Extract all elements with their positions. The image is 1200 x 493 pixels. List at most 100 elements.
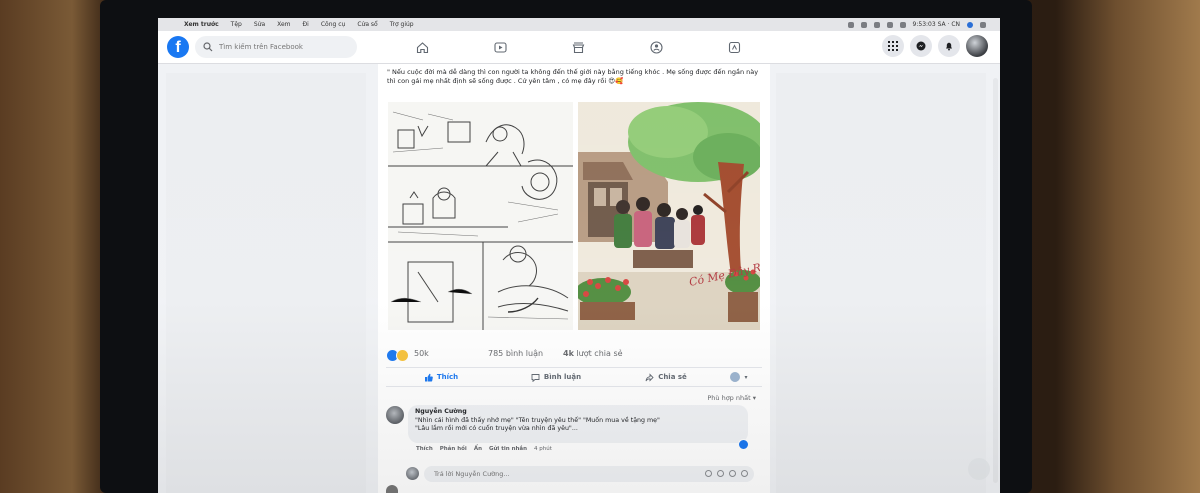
chevron-down-icon: ▾ [752,394,756,402]
like-label: Thích [436,373,459,381]
clock[interactable]: 9:53:03 SA · CN [913,21,960,28]
camera-icon[interactable] [717,470,724,477]
gaming-icon [728,41,740,53]
comment-line: "Lâu lắm rồi mới có cuốn truyện vừa nhìn… [415,425,578,432]
menu-edit[interactable]: Sửa [254,21,265,28]
bell-icon [946,42,952,51]
menu-help[interactable]: Trợ giúp [390,21,414,28]
commenter-avatar[interactable] [386,406,404,424]
share-icon [645,372,654,382]
painting-illustration[interactable]: Có Mẹ Đây Rồi !!! [578,102,760,330]
comment-send-message-link[interactable]: Gửi tin nhắn [489,446,527,452]
comment-actions: Thích Phản hồi Ẩn Gửi tin nhắn 4 phút [416,446,552,452]
marketplace-icon [572,41,584,53]
gif-icon[interactable] [729,470,736,477]
messenger-button[interactable] [910,35,932,57]
sticker-icon[interactable] [741,470,748,477]
nav-watch[interactable] [461,31,539,63]
search-icon [203,42,213,52]
reply-composer [406,466,762,482]
nav-marketplace[interactable] [539,31,617,63]
current-user-avatar [406,467,419,480]
comment-like-link[interactable]: Thích [416,446,433,452]
new-message-button[interactable] [968,458,990,480]
comment-line: "Nhìn cái hình đã thấy nhớ mẹ" "Tên truy… [415,416,660,424]
share-button[interactable]: Chia sẻ [616,368,716,386]
status-bar-right: 9:53:03 SA · CN [847,18,986,31]
reply-input[interactable] [432,469,686,479]
chevron-down-icon: ▾ [744,373,748,381]
comments-count[interactable]: 785 bình luận [488,349,543,358]
comment-reaction-icon[interactable] [738,439,749,450]
share-label: Chia sẻ [658,373,687,381]
siri-icon[interactable] [967,21,973,28]
sort-label: Phù hợp nhất [707,394,751,402]
groups-icon [649,40,663,54]
reply-box[interactable] [424,466,754,482]
menu-tools[interactable]: Công cụ [321,21,345,28]
menu-grid-icon [888,41,898,51]
header-actions [882,35,988,57]
comment-reply-link[interactable]: Phản hồi [440,446,467,452]
wifi-icon[interactable] [886,21,893,28]
comment-hide-link[interactable]: Ẩn [474,446,482,452]
post-images[interactable]: Có Mẹ Đây Rồi !!! [388,102,760,330]
search-input[interactable] [217,42,351,52]
left-sidebar-area [166,73,366,493]
shares-label: lượt chia sẻ [573,349,623,358]
nav-home[interactable] [383,31,461,63]
menu-go[interactable]: Đi [303,21,309,28]
post-text: " Nếu cuộc đời mà dễ dàng thì con người … [387,68,759,85]
comment: Nguyễn Cường "Nhìn cái hình đã thấy nhớ … [386,405,762,463]
menu-file[interactable]: Tệp [231,21,242,28]
sketch-illustration[interactable] [388,102,573,330]
comment-timestamp[interactable]: 4 phút [534,446,552,452]
comment-sort[interactable]: Phù hợp nhất ▾ [707,394,756,402]
comment-button[interactable]: Bình luận [496,368,616,386]
post-stats: 50k 785 bình luận 4k lượt chia sẻ [386,348,762,362]
laptop-screen: Xem trước Tệp Sửa Xem Đi Công cụ Cửa sổ … [158,18,1000,493]
right-sidebar-area [776,73,986,493]
menu-view[interactable]: Xem [277,21,290,28]
reaction-count[interactable]: 50k [414,349,429,358]
watch-icon [493,41,507,53]
comment-bubble: Nguyễn Cường "Nhìn cái hình đã thấy nhớ … [408,405,748,443]
menu-window[interactable]: Cửa sổ [357,21,377,28]
main-nav [383,31,773,63]
audience-selector[interactable]: ▾ [716,368,762,386]
profile-avatar[interactable] [966,35,988,57]
home-icon [416,41,428,53]
control-center-icon[interactable] [980,21,986,28]
status-icon[interactable] [873,21,880,28]
mac-menu-bar: Xem trước Tệp Sửa Xem Đi Công cụ Cửa sổ … [158,18,1000,31]
battery-icon[interactable] [899,21,906,28]
haha-reaction-icon [396,349,409,362]
feed-post: " Nếu cuộc đời mà dễ dàng thì con người … [378,64,770,493]
comment-icon [531,373,540,382]
status-icon[interactable] [847,21,854,28]
comment-label: Bình luận [543,373,582,381]
nav-groups[interactable] [617,31,695,63]
post-actions: Thích Bình luận Chia sẻ ▾ [386,367,762,387]
thumbs-up-icon [424,373,433,381]
menu-button[interactable] [882,35,904,57]
reply-tools [705,470,748,477]
messenger-icon [916,41,926,51]
page-scrollbar[interactable] [993,78,998,483]
commenter-name[interactable]: Nguyễn Cường [415,408,741,417]
search-box[interactable] [195,36,357,58]
shares-number: 4k [563,349,574,358]
emoji-icon[interactable] [705,470,712,477]
facebook-logo[interactable]: f [167,36,189,58]
nav-gaming[interactable] [695,31,773,63]
facebook-header: f [158,31,1000,64]
apple-menu-icon[interactable] [166,21,174,29]
shares-count[interactable]: 4k lượt chia sẻ [563,349,623,358]
notifications-button[interactable] [938,35,960,57]
status-icon[interactable] [860,21,867,28]
reaction-icons[interactable] [386,349,409,362]
menu-app-name[interactable]: Xem trước [184,21,219,28]
like-button[interactable]: Thích [386,368,496,386]
page-avatar-icon [730,372,741,382]
next-comment-avatar [386,485,398,493]
